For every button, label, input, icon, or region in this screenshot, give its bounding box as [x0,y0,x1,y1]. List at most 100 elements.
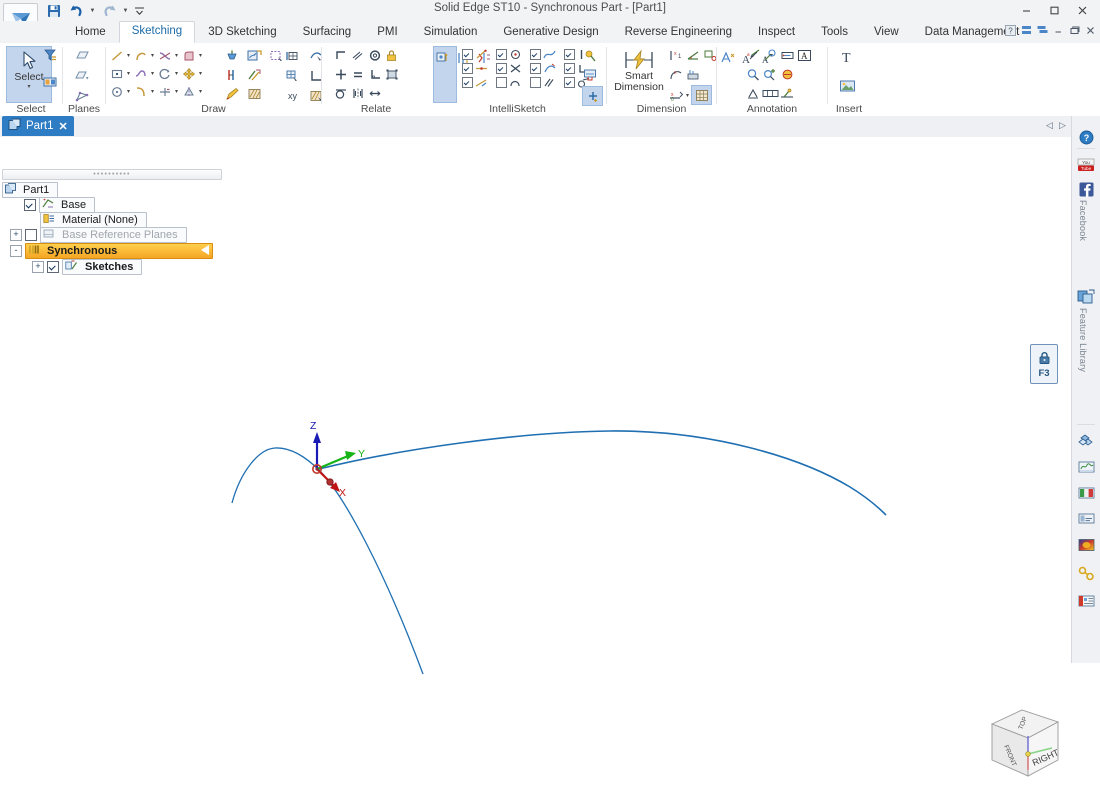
variables-tool[interactable]: x0 [667,87,684,104]
surface-finish-tool[interactable] [745,85,762,102]
layers-button[interactable] [1075,482,1097,504]
variables-dropdown-icon[interactable]: ▾ [684,87,691,104]
intellisketch-tangent-relationship[interactable] [530,63,564,74]
sketches-checkbox[interactable] [47,261,59,273]
smart-dimension-button[interactable]: Smart Dimension [611,46,667,93]
plane-by-3-points-tool[interactable] [74,87,91,104]
fillet-dropdown-icon[interactable]: ▾ [197,47,204,64]
move-dropdown-icon[interactable]: ▾ [197,65,204,82]
close-button[interactable] [1068,1,1096,19]
annotation-style-tool[interactable] [719,49,736,66]
doctab-prev-button[interactable]: ◁ [1046,120,1053,131]
hatch-area-tool[interactable] [246,85,263,102]
dimension-table-tool[interactable] [691,85,712,105]
coincident-plane-tool[interactable] [74,47,91,64]
equal-relationship-tool[interactable] [349,66,366,83]
intellisketch-midpoint-relationship[interactable] [462,63,496,74]
pathfinder-splitter[interactable]: •••••••••• [2,169,222,180]
weld-symbol-tool[interactable] [779,66,796,83]
tab-pmi[interactable]: PMI [364,22,410,43]
tab-generative-design[interactable]: Generative Design [490,22,611,43]
intellisketch-arc-relationship[interactable] [496,77,530,88]
intellisketch-parallel-relationship[interactable] [530,77,564,88]
chamfer-dropdown-icon[interactable]: ▾ [173,65,180,82]
base-reference-planes-checkbox[interactable] [25,229,37,241]
circle-dropdown-icon[interactable]: ▾ [125,83,132,100]
chamfer-tool[interactable] [156,65,173,82]
sensors-button[interactable] [1075,456,1097,478]
tile-horizontal-button[interactable] [1020,23,1033,37]
tree-node-material[interactable]: Material (None) [0,213,230,227]
relationships-button[interactable] [1075,562,1097,584]
maximize-button[interactable] [1040,1,1068,19]
redo-button[interactable] [99,2,119,20]
redo-dropdown[interactable]: ▼ [121,2,130,20]
select-similar-tool[interactable] [42,74,59,91]
minimize-button[interactable] [1012,1,1040,19]
trim-dropdown-icon[interactable]: ▾ [173,83,180,100]
expander-base-reference-planes[interactable]: + [10,229,22,241]
datum-frame-tool[interactable] [779,85,796,102]
curve-tool[interactable] [156,47,173,64]
feature-callout-tool[interactable] [779,47,796,64]
document-tab-part1[interactable]: Part1 ✕ [2,116,74,136]
mirror-tool[interactable] [180,83,197,100]
tangent-arc-dropdown-icon[interactable]: ▾ [149,65,156,82]
tab-3d-sketching[interactable]: 3D Sketching [195,22,289,43]
facebook-panel-button[interactable] [1075,178,1097,200]
arc-by-3-points-tool[interactable] [132,83,149,100]
projection-display-tool[interactable] [582,67,599,84]
angle-between-tool[interactable] [684,47,701,64]
arc-tool[interactable] [132,47,149,64]
line-tool[interactable] [108,47,125,64]
checkbox[interactable] [462,49,473,60]
tab-tools[interactable]: Tools [808,22,861,43]
help-panel-button[interactable]: ? [1075,126,1097,148]
lock-plane-widget[interactable]: F3 [1030,344,1058,384]
lock-relationship-tool[interactable] [383,47,400,64]
parallel-plane-tool[interactable] [74,67,91,84]
angular-dimension-tool[interactable]: x [667,66,684,83]
view-cube[interactable]: TOP FRONT RIGHT [974,702,1066,784]
inspect-annotation-tool[interactable] [745,66,762,83]
document-tab-close-icon[interactable]: ✕ [59,120,68,133]
feature-library-panel-button[interactable] [1075,286,1097,308]
trim-extend-tool[interactable] [156,83,173,100]
tab-home[interactable]: Home [62,22,119,43]
tab-simulation[interactable]: Simulation [411,22,491,43]
insert-image-tool[interactable] [839,78,856,95]
symmetric-relationship-tool[interactable] [349,85,366,102]
youtube-panel-button[interactable]: YouTube [1075,154,1097,176]
rigid-set-tool[interactable] [383,66,400,83]
tree-node-synchronous[interactable]: - Synchronous [0,244,230,258]
intellisketch-endpoint-relationship[interactable] [462,77,496,88]
doc-help-button[interactable]: ? [1004,23,1017,37]
perpendicular-relationship-tool[interactable] [366,66,383,83]
doc-minimize-button[interactable] [1052,23,1065,37]
symmetric-offset-tool[interactable] [246,66,263,83]
text-box-tool[interactable]: A [796,47,813,64]
doc-restore-button[interactable] [1068,23,1081,37]
tab-reverse-engineering[interactable]: Reverse Engineering [612,22,745,43]
intellisketch-point-relationship[interactable] [462,49,496,60]
connect-relationship-tool[interactable] [332,47,349,64]
select-dropdown-icon[interactable]: ▾ [26,83,33,89]
arc-dropdown-icon[interactable]: ▾ [149,47,156,64]
leader-annotation-tool[interactable]: a [745,47,762,64]
intellisketch-options-tool[interactable] [435,49,452,66]
move-tool[interactable] [180,65,197,82]
undo-button[interactable] [66,2,86,20]
parallel-relationship-tool[interactable] [349,47,366,64]
curve-dropdown-icon[interactable]: ▾ [173,47,180,64]
tab-sketching[interactable]: Sketching [119,21,196,43]
circle-tool[interactable] [108,83,125,100]
collinear-relationship-tool[interactable] [366,85,383,102]
rectangle-tool[interactable] [108,65,125,82]
feature-control-frame-tool[interactable] [762,85,779,102]
find-annotation-tool[interactable] [762,66,779,83]
parts-library-button[interactable] [1075,429,1097,451]
concentric-relationship-tool[interactable] [366,47,383,64]
tab-surfacing[interactable]: Surfacing [290,22,365,43]
intellisketch-center-relationship[interactable] [496,49,530,60]
alignment-indicator-tool[interactable] [582,47,599,64]
